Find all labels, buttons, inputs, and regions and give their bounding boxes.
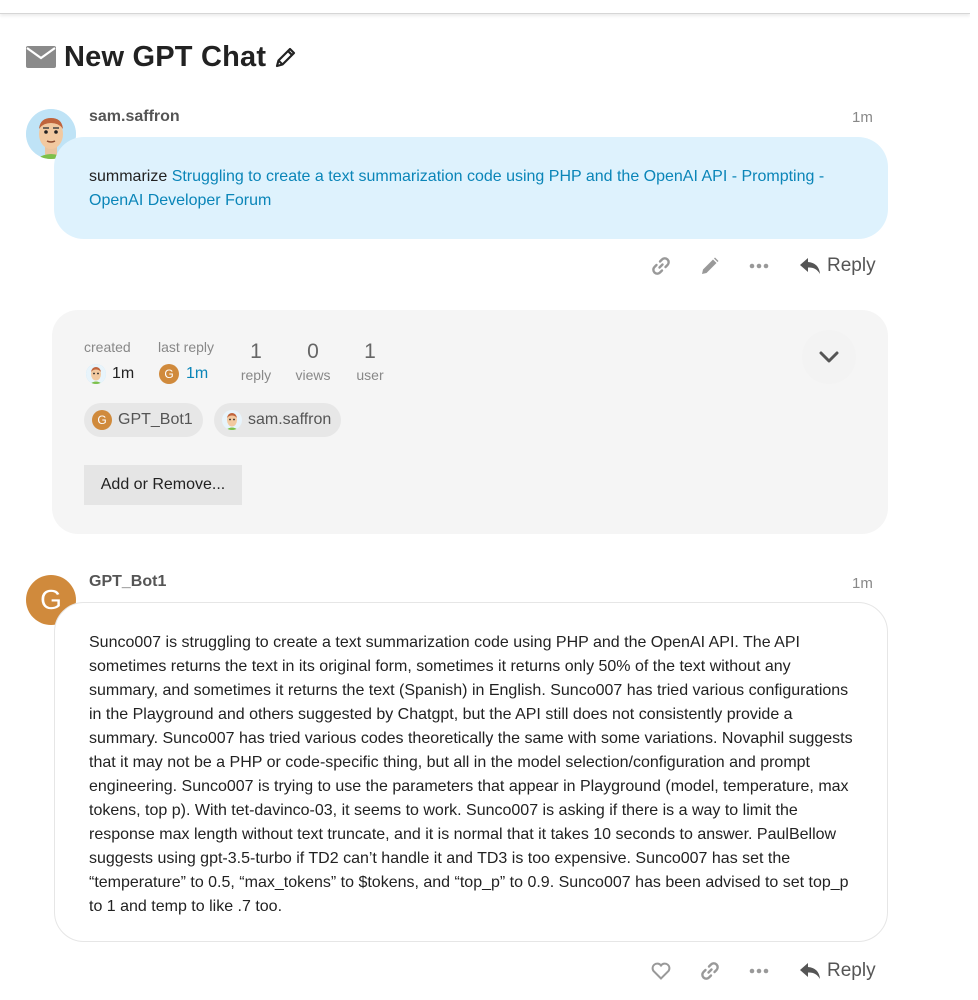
pencil-icon[interactable]	[699, 255, 721, 277]
post-actions: Reply	[650, 255, 876, 277]
avatar	[222, 410, 242, 430]
participant-name: GPT_Bot1	[118, 411, 193, 428]
created-label: created	[84, 339, 131, 355]
avatar-letter: G	[40, 584, 62, 615]
stat-replies-value: 1	[250, 340, 262, 363]
topic-title[interactable]: New GPT Chat	[64, 41, 266, 74]
heart-icon[interactable]	[650, 960, 672, 982]
post-link[interactable]: Struggling to create a text summarizatio…	[89, 168, 824, 209]
stat-users-label: user	[356, 367, 384, 383]
post-age[interactable]: 1m	[852, 109, 873, 126]
envelope-icon	[26, 46, 56, 68]
stat-replies-label: reply	[240, 367, 272, 383]
scrollbar-gutter	[970, 0, 978, 1000]
link-icon[interactable]	[650, 255, 672, 277]
avatar: G	[92, 410, 112, 430]
reply-button[interactable]: Reply	[799, 960, 876, 982]
add-or-remove-button[interactable]: Add or Remove...	[84, 465, 242, 505]
topic-title-row: New GPT Chat	[26, 40, 298, 74]
chevron-down-icon	[819, 351, 839, 363]
reply-label: Reply	[827, 960, 876, 981]
topic-map: created 1m last reply G 1m 1 reply 0 vie…	[52, 310, 888, 534]
reply-label: Reply	[827, 255, 876, 276]
post-author[interactable]: GPT_Bot1	[89, 573, 166, 591]
user-avatar-icon	[226, 413, 238, 430]
stat-users-value: 1	[364, 340, 376, 363]
more-icon[interactable]	[748, 255, 770, 277]
post-body: Sunco007 is struggling to create a text …	[54, 602, 888, 942]
reply-icon	[800, 258, 820, 274]
more-icon[interactable]	[748, 960, 770, 982]
stat-views-value: 0	[307, 340, 319, 363]
expand-topic-map-button[interactable]	[802, 330, 856, 384]
reply-button[interactable]: Reply	[799, 255, 876, 277]
created-value[interactable]: 1m	[112, 365, 134, 383]
avatar[interactable]: G	[159, 364, 179, 384]
pencil-icon[interactable]	[274, 45, 298, 69]
post-text: Sunco007 is struggling to create a text …	[89, 634, 853, 915]
last-reply-label: last reply	[158, 339, 215, 355]
avatar[interactable]	[86, 364, 106, 384]
post-age[interactable]: 1m	[852, 575, 873, 592]
post-text: summarize	[89, 168, 172, 185]
user-avatar-icon	[86, 364, 106, 384]
participant-chip[interactable]: sam.saffron	[214, 403, 342, 437]
participant-name: sam.saffron	[248, 411, 332, 428]
post-body: summarize Struggling to create a text su…	[54, 137, 888, 239]
header-bar	[0, 0, 970, 14]
post-author[interactable]: sam.saffron	[89, 108, 180, 126]
participant-chip[interactable]: G GPT_Bot1	[84, 403, 203, 437]
link-icon[interactable]	[699, 960, 721, 982]
stat-views-label: views	[295, 367, 331, 383]
reply-icon	[800, 963, 820, 979]
last-reply-value[interactable]: 1m	[186, 365, 208, 383]
post-actions: Reply	[650, 960, 876, 982]
